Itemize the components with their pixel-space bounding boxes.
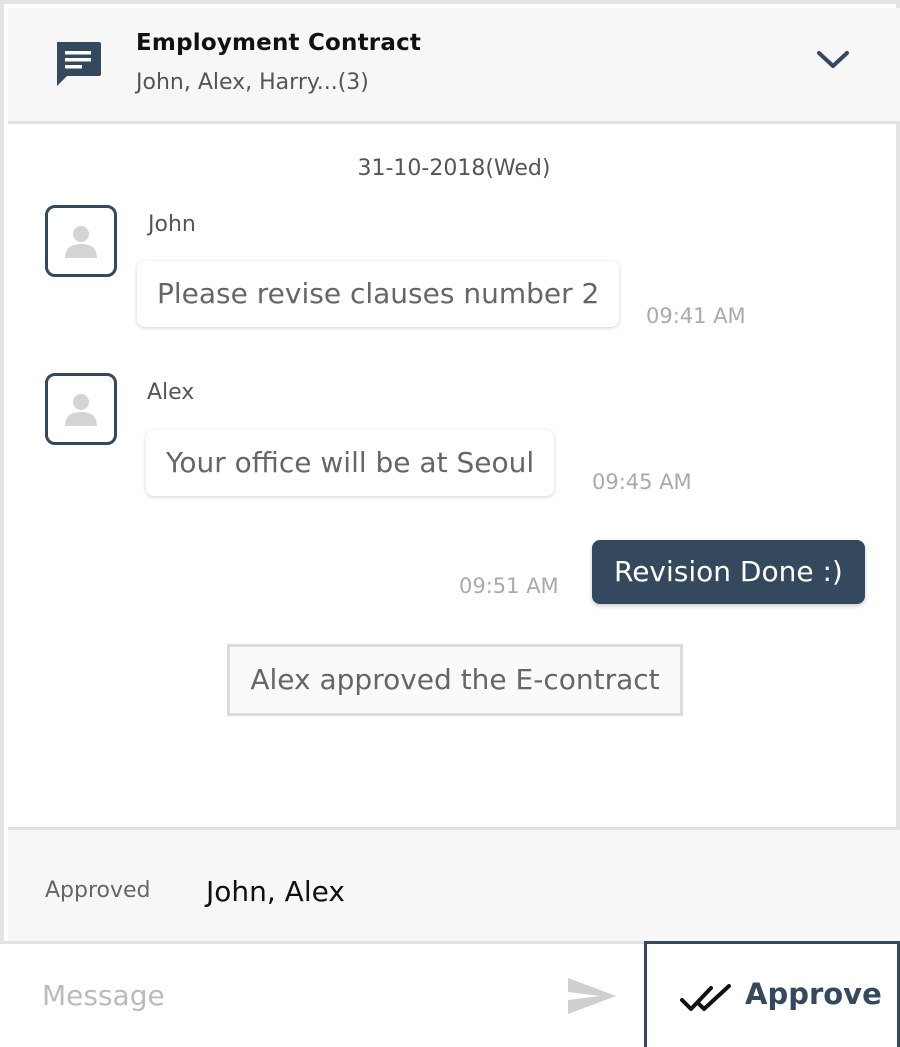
chat-bubble-icon [57, 42, 101, 86]
message-time: 09:51 AM [459, 574, 559, 598]
user-icon [65, 226, 97, 258]
message-time: 09:41 AM [646, 304, 746, 328]
send-icon[interactable] [566, 976, 618, 1016]
message-sender: John [148, 212, 196, 237]
chat-panel: Employment Contract John, Alex, Harry...… [0, 0, 900, 1047]
approve-button[interactable]: Approve [644, 941, 900, 1047]
system-note: Alex approved the E-contract [227, 644, 683, 716]
avatar[interactable] [45, 373, 117, 445]
participants-list: John, Alex, Harry...(3) [136, 70, 369, 95]
message-sender: Alex [147, 380, 195, 405]
approved-bar: Approved John, Alex [8, 827, 900, 945]
approved-names: John, Alex [206, 875, 345, 908]
message-bubble: Please revise clauses number 2 [137, 261, 620, 327]
approved-label: Approved [45, 878, 151, 903]
avatar[interactable] [45, 205, 117, 277]
message-time: 09:45 AM [592, 470, 692, 494]
message-bubble: Your office will be at Seoul [146, 430, 555, 496]
chevron-down-icon[interactable] [813, 44, 853, 74]
conversation-title: Employment Contract [136, 30, 422, 56]
date-divider: 31-10-2018(Wed) [357, 156, 551, 181]
double-check-icon [680, 984, 731, 1011]
approve-label: Approve [745, 977, 882, 1011]
own-message-bubble: Revision Done :) [592, 540, 865, 604]
composer-bar: Approve [0, 941, 900, 1047]
chat-header: Employment Contract John, Alex, Harry...… [8, 8, 900, 124]
message-input[interactable] [4, 944, 644, 1047]
user-icon [65, 394, 97, 426]
